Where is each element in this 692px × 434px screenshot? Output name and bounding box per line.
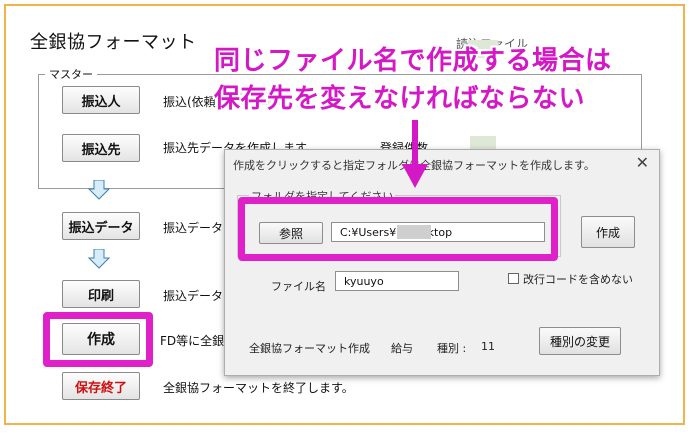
down-arrow-icon (88, 249, 110, 269)
save-exit-desc: 全銀協フォーマットを終了します。 (163, 381, 354, 395)
filename-field[interactable]: kyuuyo (335, 271, 459, 291)
callout-line1: 同じファイル名で作成する場合は (214, 46, 612, 76)
payer-desc: 振込(依頼 (163, 95, 216, 109)
footer-type-value: 11 (481, 340, 495, 353)
newline-checkbox[interactable] (508, 273, 519, 284)
footer-type-label: 種別 : (437, 342, 467, 355)
newline-checkbox-label: 改行コードを含めない (523, 273, 633, 286)
master-group-label: マスター (45, 66, 97, 82)
dialog-create-button[interactable]: 作成 (581, 216, 635, 248)
save-exit-button[interactable]: 保存終了 (62, 372, 140, 400)
down-arrow-icon (88, 180, 110, 200)
transfer-data-button[interactable]: 振込データ (62, 212, 140, 240)
print-desc: 振込データ (163, 289, 224, 303)
change-type-button[interactable]: 種別の変更 (539, 327, 621, 355)
callout-arrow-icon (402, 120, 428, 188)
footer-kind-label: 給与 (391, 342, 413, 355)
transfer-data-desc: 振込データ (163, 221, 224, 235)
print-button[interactable]: 印刷 (62, 280, 140, 308)
page-title: 全銀協フォーマット (30, 32, 197, 53)
create-dialog: 作成をクリックすると指定フォルダに全銀協フォーマットを作成します。 ✕ フォルダ… (224, 149, 660, 376)
footer-format-label: 全銀協フォーマット作成 (249, 342, 370, 355)
highlight-folder-group (238, 197, 558, 261)
payer-button[interactable]: 振込人 (62, 86, 140, 114)
create-desc: FD等に全銀 (160, 334, 225, 348)
payee-button[interactable]: 振込先 (62, 134, 140, 162)
highlight-create-button (43, 312, 153, 367)
callout-line2: 保存先を変えなければならない (214, 84, 586, 114)
close-icon[interactable]: ✕ (636, 153, 649, 172)
filename-label: ファイル名 (271, 280, 326, 293)
